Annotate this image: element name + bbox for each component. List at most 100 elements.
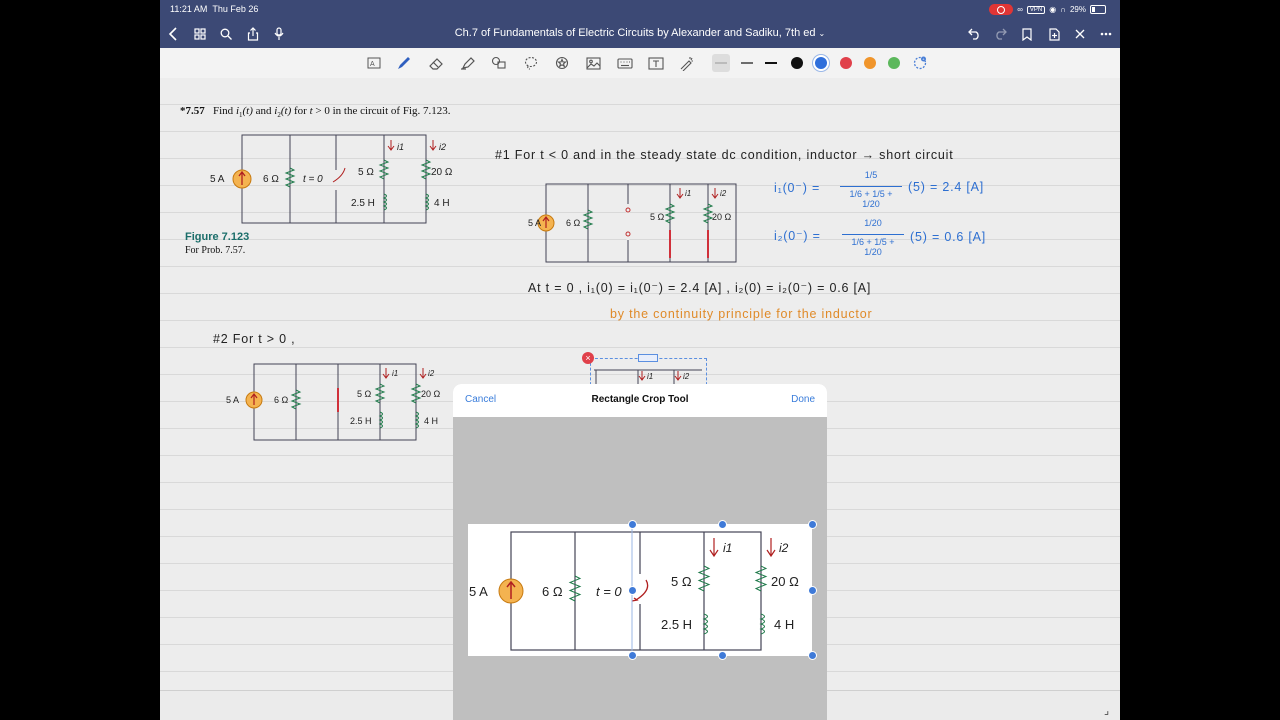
arrow-i2-icon: [429, 140, 437, 151]
done-button[interactable]: Done: [791, 394, 815, 405]
close-icon[interactable]: [1071, 25, 1089, 43]
figure-circuit: 5 A 6 Ω t = 0 5 Ω 2.5 H 20 Ω 4 H i1 i2: [210, 134, 453, 224]
headphones-icon: ∩: [1060, 5, 1066, 14]
drawing-toolbar: A +: [160, 48, 1120, 79]
label-2_5h: 2.5 H: [351, 198, 375, 209]
crop-label-5a: 5 A: [469, 584, 488, 599]
preview-label-i2: i2: [683, 372, 690, 381]
label-5a: 5 A: [210, 174, 225, 185]
preview-label-i1: i1: [647, 372, 653, 381]
undo-icon[interactable]: [965, 25, 983, 43]
redo-icon[interactable]: [991, 25, 1009, 43]
eq1-lhs: i₁(0⁻) =: [774, 181, 821, 195]
stroke-medium-icon[interactable]: [738, 54, 756, 72]
color-swatch-blue[interactable]: [815, 57, 827, 69]
crop-tool-dialog: Cancel Rectangle Crop Tool Done 5 A 6 Ω …: [453, 384, 827, 720]
eraser-icon[interactable]: [427, 54, 445, 72]
laser-pointer-icon[interactable]: [678, 54, 696, 72]
crop-label-2_5h: 2.5 H: [661, 617, 692, 632]
figure-caption: For Prob. 7.57.: [185, 245, 246, 256]
label-5ohm: 5 Ω: [358, 167, 374, 178]
eq2-fraction-bar: [842, 234, 904, 235]
crop-label-i1: i1: [723, 541, 732, 555]
svg-text:A: A: [370, 61, 375, 68]
label-i2: i2: [439, 142, 446, 152]
battery-icon: [1090, 5, 1106, 14]
sticker-icon[interactable]: [553, 54, 571, 72]
note-line-2: #2 For t > 0 ,: [213, 332, 296, 346]
eq1-rhs: (5) = 2.4 [A]: [908, 180, 985, 194]
crop-handle-top-left[interactable]: [628, 520, 637, 529]
label-20ohm: 20 Ω: [431, 167, 453, 178]
switch-icon: [332, 167, 346, 183]
battery-percent: 29%: [1069, 5, 1086, 14]
note-line-1: #1 For t < 0 and in the steady state dc …: [495, 148, 954, 162]
pen-icon[interactable]: [395, 54, 413, 72]
color-swatch-green[interactable]: [888, 57, 900, 69]
crop-handle-bottom-mid[interactable]: [718, 651, 727, 660]
top-bar: 11:21 AM Thu Feb 26 ∞ VPN ◉ ∩ 29% Ch.7 o…: [160, 0, 1120, 48]
link-icon: ∞: [1017, 5, 1023, 14]
sketch2-label-5ohm: 5 Ω: [357, 389, 372, 399]
stroke-thick-icon[interactable]: [762, 54, 780, 72]
sketch1-label-5ohm: 5 Ω: [650, 212, 665, 222]
eq2-lhs: i₂(0⁻) =: [774, 229, 821, 243]
note-line-t0: At t = 0 , i₁(0) = i₁(0⁻) = 2.4 [A] , i₂…: [528, 281, 872, 295]
eq1-fraction-bar: [840, 186, 902, 187]
sketch1-label-i1: i1: [685, 189, 691, 198]
note-continuity: by the continuity principle for the indu…: [610, 307, 873, 321]
screen-record-icon: [989, 4, 1014, 15]
sketch1-label-5a: 5 A: [528, 218, 541, 228]
eq1-denominator: 1/6 + 1/5 + 1/20: [849, 189, 893, 209]
sketch2-label-5a: 5 A: [226, 395, 239, 405]
problem-t-arg-1: (t): [242, 105, 253, 117]
crop-label-switch: t = 0: [596, 584, 622, 599]
sketch2-label-i1: i1: [392, 369, 398, 378]
shapes-icon[interactable]: [490, 54, 508, 72]
color-swatch-black[interactable]: [791, 57, 803, 69]
crop-handle-mid-left[interactable]: [628, 586, 637, 595]
bookmark-icon[interactable]: [1018, 25, 1036, 43]
label-6ohm: 6 Ω: [263, 174, 279, 185]
problem-text-b: for: [291, 105, 310, 117]
crop-image[interactable]: 5 A 6 Ω t = 0 5 Ω 2.5 H 20 Ω 4 H i1 i2: [468, 524, 812, 656]
sketch2-label-20ohm: 20 Ω: [421, 389, 441, 399]
crop-handle-top-mid[interactable]: [718, 520, 727, 529]
text-box-icon[interactable]: [647, 54, 665, 72]
sketch1-label-i2: i2: [720, 189, 727, 198]
image-icon[interactable]: [584, 54, 602, 72]
eq1-numerator: 1/5: [864, 170, 878, 180]
crop-handle-mid-right[interactable]: [808, 586, 817, 595]
label-switch: t = 0: [303, 174, 323, 185]
sketch-circuit-t-neg: 5 A 6 Ω 5 Ω 20 Ω i1 i2: [528, 183, 737, 263]
crop-label-i2: i2: [779, 541, 789, 555]
sketch-circuit-t-pos: 5 A 6 Ω 5 Ω 2.5 H 20 Ω 4 H i1 i2: [226, 363, 441, 441]
crop-label-6ohm: 6 Ω: [542, 584, 563, 599]
color-swatch-red[interactable]: [840, 57, 852, 69]
crop-handle-bottom-left[interactable]: [628, 651, 637, 660]
corner-resize-icon[interactable]: ⌟: [1104, 704, 1109, 717]
sketch2-label-4h: 4 H: [424, 416, 438, 426]
stroke-thin-icon[interactable]: [712, 54, 730, 72]
eq2-numerator: 1/20: [864, 218, 882, 228]
notes-app-window: 11:21 AM Thu Feb 26 ∞ VPN ◉ ∩ 29% Ch.7 o…: [160, 0, 1120, 720]
sketch2-label-6ohm: 6 Ω: [274, 395, 289, 405]
keyboard-icon[interactable]: [616, 54, 634, 72]
color-picker-icon[interactable]: +: [911, 54, 929, 72]
lasso-icon[interactable]: [522, 54, 540, 72]
eq2-rhs: (5) = 0.6 [A]: [910, 230, 987, 244]
color-swatch-orange[interactable]: [864, 57, 876, 69]
sketch2-label-2_5h: 2.5 H: [350, 416, 372, 426]
highlighter-icon[interactable]: [459, 54, 477, 72]
sketch2-label-i2: i2: [428, 369, 435, 378]
sketch1-label-20ohm: 20 Ω: [712, 212, 732, 222]
status-clock: 11:21 AM: [170, 4, 208, 14]
status-indicators: ∞ VPN ◉ ∩ 29%: [989, 4, 1106, 15]
crop-handle-bottom-right[interactable]: [808, 651, 817, 660]
add-page-icon[interactable]: [1045, 25, 1063, 43]
lasso-text-icon[interactable]: A: [365, 54, 383, 72]
more-icon[interactable]: [1097, 25, 1115, 43]
crop-handle-top-right[interactable]: [808, 520, 817, 529]
selection-drag-handle[interactable]: [638, 354, 658, 362]
delete-selection-icon[interactable]: ×: [582, 352, 594, 364]
